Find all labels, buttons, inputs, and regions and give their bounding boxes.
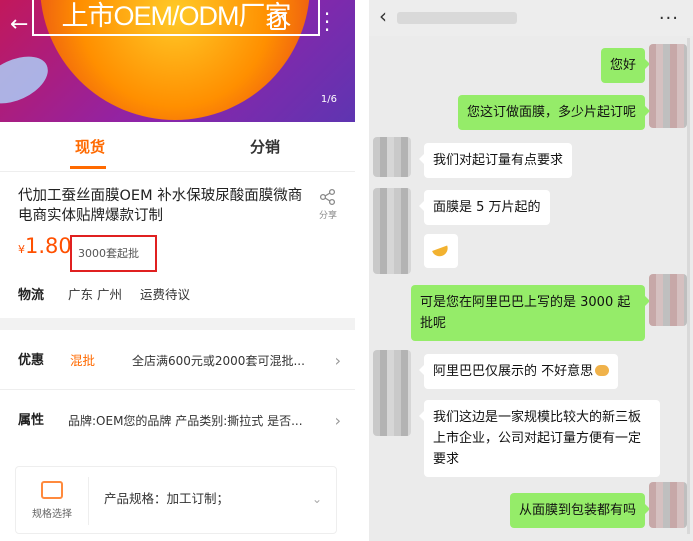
product-image-banner[interactable]: 上市OEM/ODM厂家 ← · · · 1/6 bbox=[0, 0, 355, 122]
more-options-icon[interactable]: ··· bbox=[322, 4, 332, 40]
contact-avatar[interactable] bbox=[373, 350, 411, 436]
logistics-label: 物流 bbox=[18, 288, 45, 303]
spec-selector[interactable]: 规格选择 产品规格：加工订制； ⌄ bbox=[15, 466, 337, 534]
spec-select-button[interactable]: 规格选择 bbox=[24, 481, 80, 520]
chat-message-outgoing[interactable]: 您好 bbox=[600, 48, 651, 83]
chat-message-outgoing[interactable]: 从面膜到包装都有吗 bbox=[509, 493, 651, 528]
contact-name-blurred bbox=[397, 12, 517, 24]
attributes-text: 品牌:OEM您的品牌 产品类别:撕拉式 是否... bbox=[68, 414, 303, 428]
chevron-down-icon[interactable]: ⌄ bbox=[312, 467, 322, 531]
promotion-label: 优惠 bbox=[18, 353, 45, 368]
moq-highlight: 3000套起批 bbox=[70, 235, 157, 272]
my-avatar[interactable] bbox=[649, 482, 687, 528]
share-button[interactable]: 分享 bbox=[314, 188, 342, 221]
tab-distribution[interactable]: 分销 bbox=[205, 122, 325, 172]
product-title: 代加工蚕丝面膜OEM 补水保玻尿酸面膜微商电商实体贴牌爆款订制 bbox=[18, 188, 303, 224]
attributes-label: 属性 bbox=[18, 413, 45, 428]
logistics-city: 广东 广州 bbox=[68, 287, 122, 302]
chevron-right-icon: › bbox=[334, 411, 341, 430]
chevron-right-icon: › bbox=[334, 351, 341, 370]
promotion-text: 全店满600元或2000套可混批... bbox=[132, 354, 305, 368]
chat-message-incoming[interactable]: 我们对起订量有点要求 bbox=[418, 143, 573, 178]
my-avatar[interactable] bbox=[649, 274, 687, 326]
scrollbar[interactable] bbox=[687, 38, 690, 534]
attributes-row[interactable]: 属性 品牌:OEM您的品牌 产品类别:撕拉式 是否... › bbox=[0, 392, 355, 450]
my-avatar[interactable] bbox=[649, 44, 687, 128]
share-icon[interactable] bbox=[270, 12, 286, 30]
spec-caption: 规格选择 bbox=[32, 509, 72, 520]
image-counter: 1/6 bbox=[320, 94, 337, 105]
list-icon bbox=[41, 481, 63, 499]
promotion-row[interactable]: 优惠 混批 全店满600元或2000套可混批... › bbox=[0, 332, 355, 390]
message-text: 阿里巴巴仅展示的 不好意思 bbox=[433, 364, 594, 379]
price-value: 1.80 bbox=[25, 234, 72, 258]
section-divider bbox=[0, 318, 355, 330]
tab-in-stock[interactable]: 现货 bbox=[30, 122, 150, 172]
tab-bar: 现货 分销 bbox=[0, 122, 355, 172]
chat-message-outgoing[interactable]: 可是您在阿里巴巴上写的是 3000 起批呢 bbox=[411, 285, 650, 341]
banner-decoration bbox=[0, 47, 56, 113]
more-options-icon[interactable]: ··· bbox=[659, 8, 679, 29]
chat-message-emoji[interactable] bbox=[424, 234, 458, 268]
spec-text: 产品规格：加工订制； bbox=[104, 491, 230, 506]
chat-panel: ‹ ··· 您好 您这订做面膜，多少片起订呢 我们对起订量有点要求 面膜是 5 … bbox=[369, 0, 693, 541]
chat-header: ‹ ··· bbox=[369, 0, 693, 36]
wave-emoji-icon bbox=[595, 365, 610, 376]
chat-message-outgoing[interactable]: 您这订做面膜，多少片起订呢 bbox=[457, 95, 651, 130]
contact-avatar[interactable] bbox=[373, 137, 411, 177]
divider bbox=[88, 477, 89, 525]
back-arrow-icon[interactable]: ← bbox=[10, 12, 28, 37]
share-label: 分享 bbox=[318, 211, 337, 221]
promotion-tag: 混批 bbox=[70, 353, 96, 368]
banana-emoji-icon bbox=[432, 245, 450, 259]
product-panel: 上市OEM/ODM厂家 ← · · · 1/6 现货 分销 代加工蚕丝面膜OEM 补… bbox=[0, 0, 355, 541]
chat-message-incoming[interactable]: 面膜是 5 万片起的 bbox=[419, 190, 550, 225]
share-nodes-icon bbox=[319, 188, 336, 206]
currency-symbol: ¥ bbox=[18, 243, 25, 256]
contact-avatar[interactable] bbox=[373, 188, 411, 274]
price: ¥1.80 bbox=[18, 234, 72, 258]
back-chevron-icon[interactable]: ‹ bbox=[379, 4, 387, 28]
logistics-fee: 运费待议 bbox=[140, 287, 191, 302]
chat-message-incoming[interactable]: 阿里巴巴仅展示的 不好意思 bbox=[418, 354, 619, 389]
active-tab-indicator bbox=[70, 166, 106, 169]
chat-message-incoming[interactable]: 我们这边是一家规模比较大的新三板上市企业，公司对起订量方便有一定要求 bbox=[419, 400, 660, 477]
